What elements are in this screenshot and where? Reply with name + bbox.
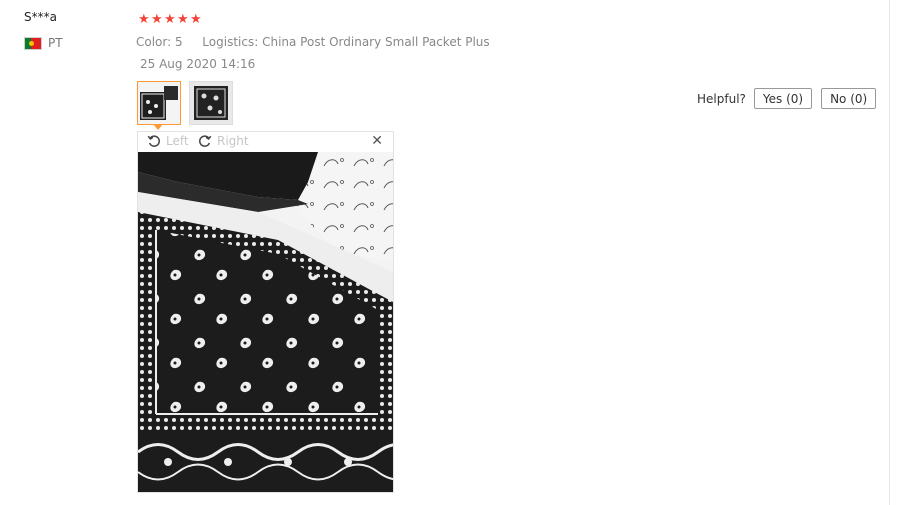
star-icon: ★: [164, 12, 176, 27]
column-divider: [889, 0, 890, 505]
reviewer-country: PT: [24, 36, 63, 50]
reviewer-name: S***a: [24, 10, 57, 24]
star-icon: ★: [177, 12, 189, 27]
image-viewer: Left Right ✕: [137, 131, 394, 493]
star-icon: ★: [138, 12, 150, 27]
review-attributes: Color: 5 Logistics: China Post Ordinary …: [136, 35, 490, 49]
helpful-yes-button[interactable]: Yes (0): [753, 88, 813, 109]
star-icon: ★: [151, 12, 163, 27]
helpful-section: Helpful? Yes (0) No (0): [697, 88, 877, 109]
country-code: PT: [48, 36, 63, 50]
review-thumbnail[interactable]: [189, 81, 233, 125]
color-label: Color:: [136, 35, 172, 49]
review-date: 25 Aug 2020 14:16: [140, 57, 256, 71]
review-thumbnail[interactable]: [137, 81, 181, 125]
logistics-label: Logistics:: [202, 35, 259, 49]
rotate-right-label: Right: [217, 134, 249, 148]
helpful-label: Helpful?: [697, 91, 746, 106]
rotate-right-button[interactable]: Right: [198, 134, 249, 148]
helpful-no-button[interactable]: No (0): [821, 88, 877, 109]
star-rating: ★ ★ ★ ★ ★: [138, 13, 203, 26]
rotate-left-button[interactable]: Left: [147, 134, 189, 148]
logistics-value: China Post Ordinary Small Packet Plus: [262, 35, 490, 49]
review-thumbnails: [137, 81, 241, 125]
rotate-left-icon: [147, 135, 160, 147]
rotate-right-icon: [199, 135, 212, 147]
portugal-flag-icon: [24, 36, 42, 50]
star-icon: ★: [190, 12, 202, 27]
selected-thumb-caret: [153, 124, 163, 130]
enlarged-review-photo: [138, 152, 393, 492]
color-value: 5: [175, 35, 183, 49]
rotate-left-label: Left: [166, 134, 189, 148]
close-icon[interactable]: ✕: [371, 133, 383, 149]
viewer-toolbar: Left Right ✕: [138, 132, 393, 152]
